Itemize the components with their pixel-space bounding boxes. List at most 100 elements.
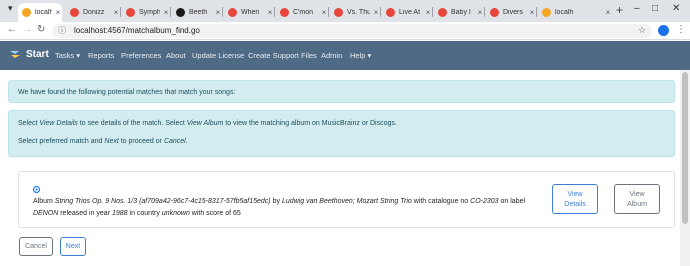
view-album-button[interactable]: View Album [614, 184, 660, 214]
nav-preferences[interactable]: Preferences [121, 51, 161, 60]
nav-admin[interactable]: Admin [321, 51, 342, 60]
tab-close-icon[interactable]: × [528, 8, 536, 17]
browser-tab-6[interactable]: Vs. Thu × [330, 3, 380, 22]
brand-label: Start [26, 48, 49, 60]
maximize-icon[interactable]: □ [652, 3, 658, 14]
tab-close-icon[interactable]: × [476, 8, 484, 17]
tab-separator [222, 7, 223, 17]
brand-start[interactable]: Start [9, 48, 49, 60]
browser-tab-0[interactable]: localho × [18, 3, 62, 22]
tab-title: Donizz [83, 9, 105, 16]
tab-title: localho [35, 9, 52, 16]
tab-separator [432, 7, 433, 17]
alert-found-text: We have found the following potential ma… [18, 89, 236, 96]
profile-avatar-icon[interactable] [658, 25, 669, 36]
tab-close-icon[interactable]: × [372, 8, 380, 17]
alert-instructions: Select View Details to see details of th… [8, 110, 675, 157]
country: unknown [161, 210, 190, 217]
browser-toolbar: ← → ↻ ⓘ localhost:4567/matchalbum_find.g… [0, 22, 690, 40]
browser-tab-strip: ▾ localho × Donizz × Symph × Beeth × Whe… [0, 0, 690, 22]
tab-close-icon[interactable]: × [320, 8, 328, 17]
tab-close-icon[interactable]: × [266, 8, 274, 17]
tab-separator [328, 7, 329, 17]
nav-update-license[interactable]: Update License [192, 51, 244, 60]
tab-close-icon[interactable]: × [54, 8, 62, 17]
favicon-icon [228, 8, 237, 17]
browser-menu-icon[interactable]: ⋮ [676, 24, 686, 35]
app-logo-icon [10, 51, 20, 58]
tab-separator [380, 7, 381, 17]
tab-title: Beeth [189, 9, 208, 16]
browser-tab-8[interactable]: Baby I × [434, 3, 484, 22]
alert-matches-found: We have found the following potential ma… [8, 80, 675, 103]
url-text[interactable]: localhost:4567/matchalbum_find.go [74, 26, 200, 35]
tab-title: localh [555, 9, 574, 16]
close-window-icon[interactable]: ✕ [672, 3, 680, 14]
bookmark-star-icon[interactable]: ☆ [638, 25, 646, 36]
nav-about[interactable]: About [166, 51, 186, 60]
favicon-icon [126, 8, 135, 17]
favicon-icon [334, 8, 343, 17]
browser-tab-1[interactable]: Donizz × [66, 3, 120, 22]
match-radio-button[interactable] [33, 186, 40, 193]
favicon-icon [70, 8, 79, 17]
nav-reports[interactable]: Reports [88, 51, 114, 60]
favicon-icon [438, 8, 447, 17]
forward-icon[interactable]: → [22, 24, 32, 35]
catalogue-no: CO-2303 [470, 198, 499, 205]
minimize-icon[interactable]: – [634, 3, 640, 14]
nav-help[interactable]: Help ▾ [350, 51, 371, 60]
browser-tab-3[interactable]: Beeth × [172, 3, 222, 22]
favicon-icon [22, 8, 31, 17]
reload-icon[interactable]: ↻ [37, 24, 45, 35]
back-icon[interactable]: ← [7, 24, 17, 35]
select-line: Select preferred match and Next to proce… [18, 138, 188, 145]
artist-name: Ludwig van Beethoven; Mozart String Trio [281, 198, 412, 205]
tab-close-icon[interactable]: × [214, 8, 222, 17]
instructions-line: Select View Details to see details of th… [18, 120, 397, 127]
app-navbar: Start Tasks ▾ Reports Preferences About … [0, 41, 690, 70]
tab-title: When [241, 9, 260, 16]
browser-tab-5[interactable]: C'mon × [276, 3, 328, 22]
tab-close-icon[interactable]: × [162, 8, 170, 17]
tab-separator [120, 7, 121, 17]
tab-separator [170, 7, 171, 17]
release-year: 1988 [111, 210, 128, 217]
match-description: Album String Trios Op. 9 Nos. 1/3 (af709… [33, 198, 526, 217]
favicon-icon [386, 8, 395, 17]
new-tab-icon[interactable]: + [616, 3, 623, 17]
label-name: DENON [33, 210, 59, 217]
tab-title: Live At [399, 9, 421, 16]
tab-separator [274, 7, 275, 17]
tab-close-icon[interactable]: × [604, 8, 612, 17]
address-bar[interactable]: ⓘ localhost:4567/matchalbum_find.go ☆ [52, 24, 652, 38]
browser-tab-9[interactable]: Divers × [486, 3, 536, 22]
tab-title: Vs. Thu [347, 9, 370, 16]
browser-tab-7[interactable]: Live At × [382, 3, 432, 22]
nav-create-support-files[interactable]: Create Support Files [248, 51, 317, 60]
tab-search-icon[interactable]: ▾ [8, 3, 13, 14]
site-info-icon[interactable]: ⓘ [58, 25, 66, 36]
tab-close-icon[interactable]: × [112, 8, 120, 17]
match-score: 65 [233, 210, 241, 217]
tab-title: Baby I [451, 9, 471, 16]
browser-tab-10[interactable]: localh × [538, 3, 612, 22]
next-button[interactable]: Next [60, 237, 86, 256]
tab-close-icon[interactable]: × [424, 8, 432, 17]
tab-separator [536, 7, 537, 17]
view-details-button[interactable]: View Details [552, 184, 598, 214]
album-title: String Trios Op. 9 Nos. 1/3 (af709a42-96… [54, 198, 271, 205]
tab-separator [484, 7, 485, 17]
tab-title: C'mon [293, 9, 314, 16]
favicon-icon [490, 8, 499, 17]
nav-tasks[interactable]: Tasks ▾ [55, 51, 80, 60]
browser-tab-4[interactable]: When × [224, 3, 274, 22]
tab-title: Symph [139, 9, 160, 16]
scrollbar-thumb[interactable] [682, 72, 688, 224]
tab-title: Divers [503, 9, 523, 16]
favicon-icon [280, 8, 289, 17]
favicon-icon [176, 8, 185, 17]
cancel-button[interactable]: Cancel [19, 237, 53, 256]
browser-tab-2[interactable]: Symph × [122, 3, 170, 22]
favicon-icon [542, 8, 551, 17]
